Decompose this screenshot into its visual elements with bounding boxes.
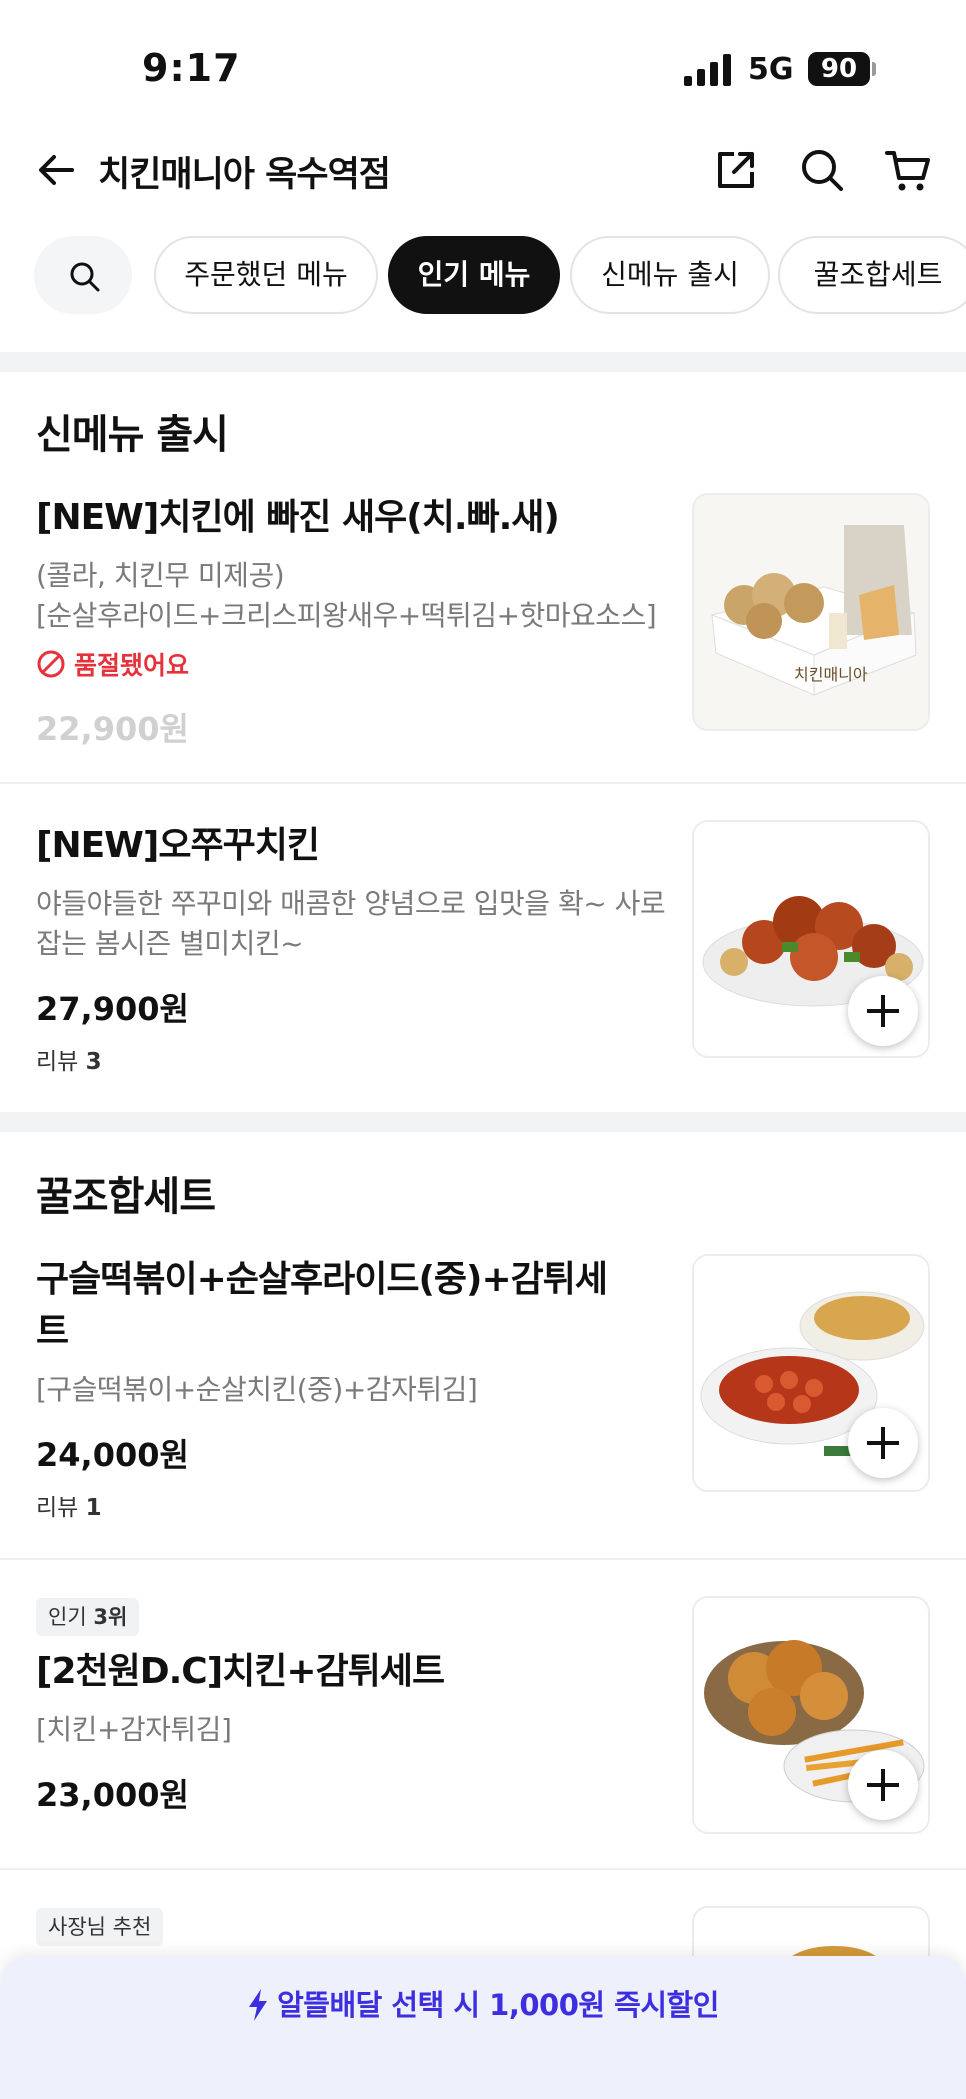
status-bar: 9:17 5G 90 <box>0 0 966 130</box>
chip-ordered-menu[interactable]: 주문했던 메뉴 <box>154 236 378 314</box>
review-count: 3 <box>85 1049 102 1075</box>
search-icon <box>70 262 100 292</box>
menu-item-name[interactable]: [NEW]오쭈꾸치킨 <box>36 820 676 872</box>
menu-item-name[interactable]: [NEW]치킨에 빠진 새우(치.빠.새) <box>36 492 676 544</box>
menu-item-desc: (콜라, 치킨무 미제공) <box>36 559 285 592</box>
add-to-cart-button[interactable] <box>848 1408 918 1478</box>
menu-item-price: 22,900원 <box>36 710 189 748</box>
back-arrow-icon[interactable] <box>34 148 78 192</box>
page-title: 치킨매니아 옥수역점 <box>98 155 391 195</box>
battery-indicator: 90 <box>808 52 870 86</box>
item-divider <box>0 782 966 784</box>
section-divider <box>0 1112 966 1132</box>
banner-prefix: 알뜰배달 선택 시 <box>277 1988 490 2022</box>
menu-item-image[interactable]: 치킨매니아 <box>692 493 930 731</box>
lightning-icon <box>249 1989 268 2021</box>
battery-tip <box>872 62 876 76</box>
prohibited-icon <box>37 650 65 678</box>
soldout-label: 품절됐어요 <box>74 651 190 680</box>
menu-item-desc: [치킨+감자튀김] <box>36 1713 232 1746</box>
popular-rank-badge: 인기 3위 <box>36 1598 140 1636</box>
add-to-cart-button[interactable] <box>848 1750 918 1820</box>
badge-prefix: 인기 <box>48 1605 87 1629</box>
menu-item-name-cont[interactable]: 트 <box>36 1306 676 1358</box>
soldout-status: 품절됐어요 <box>36 646 189 682</box>
section-title-combo-set: 꿀조합세트 <box>36 1174 216 1220</box>
add-to-cart-button[interactable] <box>848 976 918 1046</box>
menu-item-desc: 야들야들한 쭈꾸미와 매콤한 양념으로 입맛을 확~ 사로 <box>36 887 666 920</box>
banner-amount: 1,000 <box>489 1988 579 2022</box>
menu-item-desc: [순살후라이드+크리스피왕새우+떡튀김+핫마요소스] <box>36 599 657 632</box>
svg-text:치킨매니아: 치킨매니아 <box>794 665 868 684</box>
owner-recommend-badge: 사장님 추천 <box>36 1908 164 1946</box>
menu-item-name[interactable]: [2천원D.C]치킨+감튀세트 <box>36 1646 676 1698</box>
network-type: 5G <box>748 52 794 87</box>
item-divider <box>0 1558 966 1560</box>
review-label: 리뷰 <box>36 1495 79 1521</box>
banner-text: 알뜰배달 선택 시 1,000원 즉시할인 <box>0 1982 966 2024</box>
menu-item-desc: 잡는 봄시즌 별미치킨~ <box>36 927 304 960</box>
banner-suffix: 원 즉시할인 <box>578 1988 719 2022</box>
menu-item-desc: [구슬떡볶이+순살치킨(중)+감자튀김] <box>36 1373 478 1406</box>
signal-icon <box>684 54 731 86</box>
menu-item-review[interactable]: 리뷰 3 <box>36 1042 102 1076</box>
menu-item-review[interactable]: 리뷰 1 <box>36 1488 102 1522</box>
chip-search[interactable] <box>34 236 132 314</box>
chip-new-menu[interactable]: 신메뉴 출시 <box>570 236 770 314</box>
section-title-new-menu: 신메뉴 출시 <box>36 412 229 458</box>
chip-popular-menu[interactable]: 인기 메뉴 <box>388 236 560 314</box>
item-divider <box>0 1868 966 1870</box>
menu-item-price: 24,000원 <box>36 1436 189 1474</box>
badge-rank: 3위 <box>93 1605 128 1629</box>
search-icon[interactable] <box>798 146 846 194</box>
menu-item-price: 23,000원 <box>36 1776 189 1814</box>
store-header: 치킨매니아 옥수역점 <box>0 130 966 230</box>
menu-item-name[interactable]: 구슬떡볶이+순살후라이드(중)+감튀세 <box>36 1254 676 1306</box>
section-divider <box>0 352 966 372</box>
review-count: 1 <box>85 1495 102 1521</box>
status-time: 9:17 <box>142 46 241 90</box>
category-chips: 주문했던 메뉴 인기 메뉴 신메뉴 출시 꿀조합세트 <box>0 236 966 318</box>
shrimp-chicken-box-image: 치킨매니아 <box>694 495 928 729</box>
share-icon[interactable] <box>712 146 760 194</box>
delivery-discount-banner[interactable]: 알뜰배달 선택 시 1,000원 즉시할인 <box>0 1956 966 2099</box>
menu-item-price: 27,900원 <box>36 990 189 1028</box>
cart-icon[interactable] <box>884 146 932 194</box>
chip-combo-set[interactable]: 꿀조합세트 <box>778 236 966 314</box>
review-label: 리뷰 <box>36 1049 79 1075</box>
